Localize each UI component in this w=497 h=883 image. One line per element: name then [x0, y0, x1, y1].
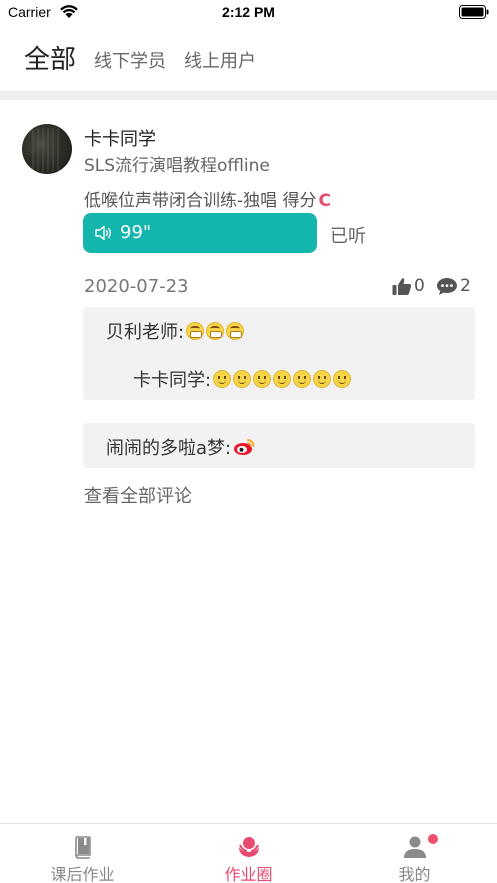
- like-button[interactable]: 0: [392, 276, 425, 296]
- comment-item[interactable]: 闹闹的多啦a梦:: [106, 434, 255, 460]
- avatar[interactable]: [22, 124, 72, 174]
- comment-thread: 闹闹的多啦a梦:: [83, 423, 475, 468]
- section-divider: [0, 91, 497, 100]
- book-icon: [74, 836, 91, 859]
- comment-button[interactable]: 2: [436, 276, 471, 296]
- circle-hands-icon: [238, 837, 259, 857]
- nav-homework-circle[interactable]: 作业圈: [166, 824, 331, 883]
- tab-all[interactable]: 全部: [24, 42, 76, 78]
- smile-emoji-icon: [233, 370, 252, 388]
- nav-homework[interactable]: 课后作业: [0, 824, 165, 883]
- speaker-icon: [95, 225, 112, 241]
- audio-play-button[interactable]: 99": [83, 213, 317, 253]
- lesson-title: 低喉位声带闭合训练-独唱: [84, 191, 278, 211]
- post-course-name: SLS流行演唱教程offline: [84, 156, 270, 176]
- grade-badge: C: [318, 191, 332, 211]
- grin-emoji-icon: [186, 322, 205, 340]
- post-lesson-line: 低喉位声带闭合训练-独唱 得分 C: [84, 186, 331, 211]
- person-icon: [403, 836, 426, 858]
- post-user-name[interactable]: 卡卡同学: [84, 125, 156, 151]
- comment-count: 2: [460, 276, 471, 296]
- like-count: 0: [414, 276, 425, 296]
- status-bar: Carrier 2:12 PM: [0, 0, 497, 26]
- comment-thread: 贝利老师: 卡卡同学:: [83, 307, 475, 400]
- audio-duration: 99": [120, 222, 152, 243]
- nav-label: 我的: [398, 865, 431, 883]
- comment-author: 闹闹的多啦a梦:: [106, 438, 232, 459]
- nav-label: 作业圈: [224, 865, 273, 883]
- comment-reply[interactable]: 卡卡同学:: [133, 366, 352, 392]
- thumbs-up-icon: [392, 277, 412, 295]
- comment-author: 贝利老师:: [106, 322, 185, 343]
- post-date: 2020-07-23: [84, 276, 189, 297]
- battery-icon: [459, 5, 489, 19]
- filter-tabs: 全部 线下学员 线上用户: [24, 38, 274, 78]
- smile-emoji-icon: [213, 370, 232, 388]
- tab-online-users[interactable]: 线上用户: [184, 46, 256, 78]
- view-all-comments-link[interactable]: 查看全部评论: [84, 482, 192, 508]
- smile-emoji-icon: [253, 370, 272, 388]
- clock: 2:12 PM: [222, 4, 275, 20]
- grin-emoji-icon: [226, 322, 245, 340]
- smile-emoji-icon: [333, 370, 352, 388]
- weibo-icon: [234, 439, 255, 455]
- nav-label: 课后作业: [50, 865, 115, 883]
- comment-item[interactable]: 贝利老师:: [106, 318, 245, 344]
- nav-mine[interactable]: 我的: [332, 824, 497, 883]
- grin-emoji-icon: [206, 322, 225, 340]
- smile-emoji-icon: [293, 370, 312, 388]
- comment-bubble-icon: [437, 277, 457, 295]
- smile-emoji-icon: [273, 370, 292, 388]
- bottom-tab-bar: 课后作业 作业圈 我的: [0, 823, 497, 883]
- comment-author: 卡卡同学:: [133, 370, 212, 391]
- listened-status: 已听: [330, 226, 366, 247]
- score-label: 得分: [282, 191, 317, 211]
- notification-badge-dot: [428, 834, 438, 844]
- tab-offline-students[interactable]: 线下学员: [94, 46, 166, 78]
- smile-emoji-icon: [313, 370, 332, 388]
